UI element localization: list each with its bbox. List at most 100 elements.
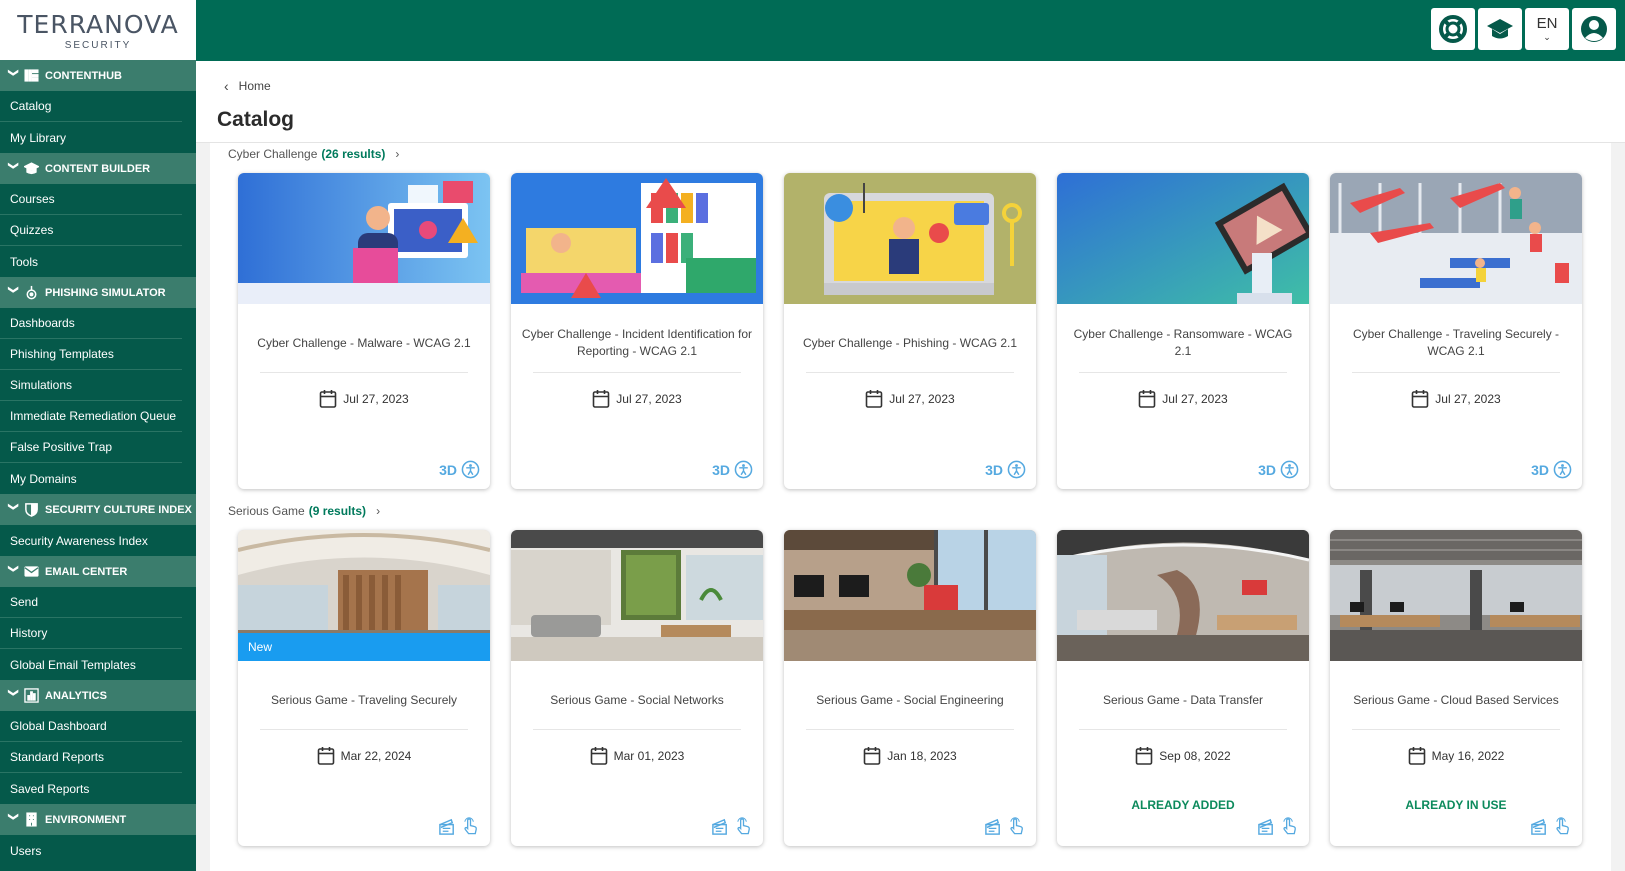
chevron-right-icon[interactable]: ›	[395, 147, 399, 161]
catalog-card[interactable]: New Serious Game - Traveling Securely Mar …	[238, 530, 490, 846]
card-date: Jul 27, 2023	[1057, 389, 1309, 409]
sidebar-item-tools[interactable]: Tools	[0, 246, 182, 277]
sidebar-item-dashboards[interactable]: Dashboards	[0, 308, 182, 339]
sidebar-item-simulations[interactable]: Simulations	[0, 370, 182, 401]
card-date: Jul 27, 2023	[511, 389, 763, 409]
clapperboard-icon	[985, 818, 1000, 835]
card-thumbnail[interactable]	[238, 173, 490, 304]
catalog-card[interactable]: Serious Game - Social Networks Mar 01, 20…	[511, 530, 763, 846]
sidebar-item-standard-reports[interactable]: Standard Reports	[0, 742, 182, 773]
catalog-card[interactable]: Cyber Challenge - Traveling Securely - W…	[1330, 173, 1582, 489]
chevron-left-icon[interactable]: ‹	[224, 78, 229, 94]
group-header-serious-game[interactable]: Serious Game (9 results) ›	[228, 504, 380, 518]
sidebar-item-security-awareness-index[interactable]: Security Awareness Index	[0, 525, 182, 556]
sidebar-section-phishing-simulator[interactable]: ❯ PHISHING SIMULATOR	[0, 277, 196, 308]
card-divider	[533, 372, 741, 373]
sidebar-item-my-library[interactable]: My Library	[0, 122, 182, 153]
profile-button[interactable]	[1572, 8, 1616, 50]
catalog-card[interactable]: Serious Game - Data Transfer Sep 08, 2022…	[1057, 530, 1309, 846]
card-title[interactable]: Serious Game - Social Networks	[519, 680, 755, 720]
sidebar-item-send[interactable]: Send	[0, 587, 182, 618]
group-title: Serious Game	[228, 504, 305, 518]
accessibility-icon	[734, 460, 753, 479]
card-thumbnail[interactable]: New	[238, 530, 490, 661]
card-thumbnail[interactable]	[1330, 530, 1582, 661]
catalog-card[interactable]: Cyber Challenge - Incident Identificatio…	[511, 173, 763, 489]
card-thumbnail[interactable]	[511, 530, 763, 661]
group-header-cyber-challenge[interactable]: Cyber Challenge (26 results) ›	[228, 147, 399, 161]
catalog-card[interactable]: Cyber Challenge - Malware - WCAG 2.1 Jul …	[238, 173, 490, 489]
chevron-down-icon: ❯	[7, 502, 19, 511]
touch-hand-icon	[1010, 817, 1023, 835]
card-date: Mar 22, 2024	[238, 746, 490, 766]
card-thumbnail[interactable]	[784, 530, 1036, 661]
chevron-down-icon: ❯	[7, 564, 19, 573]
card-title[interactable]: Cyber Challenge - Traveling Securely - W…	[1338, 323, 1574, 363]
terranova-logo[interactable]: TERRANOVA SECURITY	[0, 0, 196, 60]
sidebar-section-email-center[interactable]: ❯ EMAIL CENTER	[0, 556, 196, 587]
catalog-card[interactable]: Cyber Challenge - Phishing - WCAG 2.1 Jul…	[784, 173, 1036, 489]
sidebar-section-contenthub[interactable]: ❯ CONTENTHUB	[0, 60, 196, 91]
card-thumbnail[interactable]	[511, 173, 763, 304]
card-date-text: Jan 18, 2023	[887, 749, 957, 763]
sidebar-item-quizzes[interactable]: Quizzes	[0, 215, 182, 246]
catalog-card[interactable]: Cyber Challenge - Ransomware - WCAG 2.1 J…	[1057, 173, 1309, 489]
card-date: Jul 27, 2023	[238, 389, 490, 409]
calendar-icon	[319, 390, 337, 408]
sidebar-section-security-culture-index[interactable]: ❯ SECURITY CULTURE INDEX	[0, 494, 196, 525]
card-title[interactable]: Cyber Challenge - Incident Identificatio…	[519, 323, 755, 363]
sidebar-item-global-dashboard[interactable]: Global Dashboard	[0, 711, 182, 742]
training-button[interactable]	[1478, 8, 1522, 50]
card-date: Jul 27, 2023	[1330, 389, 1582, 409]
card-divider	[260, 372, 468, 373]
support-button[interactable]	[1431, 8, 1475, 50]
sidebar-item-global-email-templates[interactable]: Global Email Templates	[0, 649, 182, 680]
accessibility-icon	[1007, 460, 1026, 479]
card-date-text: Jul 27, 2023	[889, 392, 955, 406]
new-badge: New	[238, 633, 490, 661]
language-selector[interactable]: EN ⌄	[1525, 8, 1569, 50]
sidebar-section-analytics[interactable]: ❯ ANALYTICS	[0, 680, 196, 711]
sidebar-item-immediate-remediation-queue[interactable]: Immediate Remediation Queue	[0, 401, 182, 432]
card-thumbnail[interactable]	[1057, 530, 1309, 661]
phishing-hook-icon	[20, 285, 42, 300]
sidebar-nav: ❯ CONTENTHUB Catalog My Library ❯ CONTENT BUI…	[0, 60, 196, 866]
catalog-card[interactable]: Serious Game - Social Engineering Jan 18,…	[784, 530, 1036, 846]
card-title[interactable]: Serious Game - Traveling Securely	[246, 680, 482, 720]
top-bar: EN ⌄	[196, 0, 1625, 61]
card-title[interactable]: Cyber Challenge - Phishing - WCAG 2.1	[792, 323, 1028, 363]
breadcrumb-home-link[interactable]: Home	[239, 79, 271, 93]
card-format-icons: 3D	[985, 460, 1026, 479]
card-title[interactable]: Cyber Challenge - Ransomware - WCAG 2.1	[1065, 323, 1301, 363]
card-title[interactable]: Serious Game - Data Transfer	[1065, 680, 1301, 720]
card-title[interactable]: Serious Game - Social Engineering	[792, 680, 1028, 720]
graduation-cap-icon	[20, 161, 42, 176]
card-date-text: Mar 01, 2023	[613, 749, 685, 763]
bar-chart-icon	[20, 688, 42, 703]
sidebar-item-false-positive-trap[interactable]: False Positive Trap	[0, 432, 182, 463]
sidebar-item-my-domains[interactable]: My Domains	[0, 463, 182, 494]
card-title[interactable]: Serious Game - Cloud Based Services	[1338, 680, 1574, 720]
chevron-down-icon: ❯	[7, 285, 19, 294]
card-thumbnail[interactable]	[1330, 173, 1582, 304]
sidebar-section-environment[interactable]: ❯ ENVIRONMENT	[0, 804, 196, 835]
chevron-right-icon[interactable]: ›	[376, 504, 380, 518]
card-thumbnail[interactable]	[1057, 173, 1309, 304]
card-divider	[533, 729, 741, 730]
sidebar-item-history[interactable]: History	[0, 618, 182, 649]
touch-hand-icon	[464, 817, 477, 835]
card-title[interactable]: Cyber Challenge - Malware - WCAG 2.1	[246, 323, 482, 363]
card-date: Mar 01, 2023	[511, 746, 763, 766]
sidebar-item-catalog[interactable]: Catalog	[0, 91, 182, 122]
catalog-card[interactable]: Serious Game - Cloud Based Services May 1…	[1330, 530, 1582, 846]
card-thumbnail[interactable]	[784, 173, 1036, 304]
group-title: Cyber Challenge	[228, 147, 318, 161]
sidebar-item-saved-reports[interactable]: Saved Reports	[0, 773, 182, 804]
card-date-text: Mar 22, 2024	[340, 749, 412, 763]
breadcrumb: ‹ Home	[224, 78, 271, 94]
sidebar-section-content-builder[interactable]: ❯ CONTENT BUILDER	[0, 153, 196, 184]
sidebar-item-users[interactable]: Users	[0, 835, 182, 866]
sidebar-item-courses[interactable]: Courses	[0, 184, 182, 215]
sidebar-item-phishing-templates[interactable]: Phishing Templates	[0, 339, 182, 370]
calendar-icon	[1138, 390, 1156, 408]
